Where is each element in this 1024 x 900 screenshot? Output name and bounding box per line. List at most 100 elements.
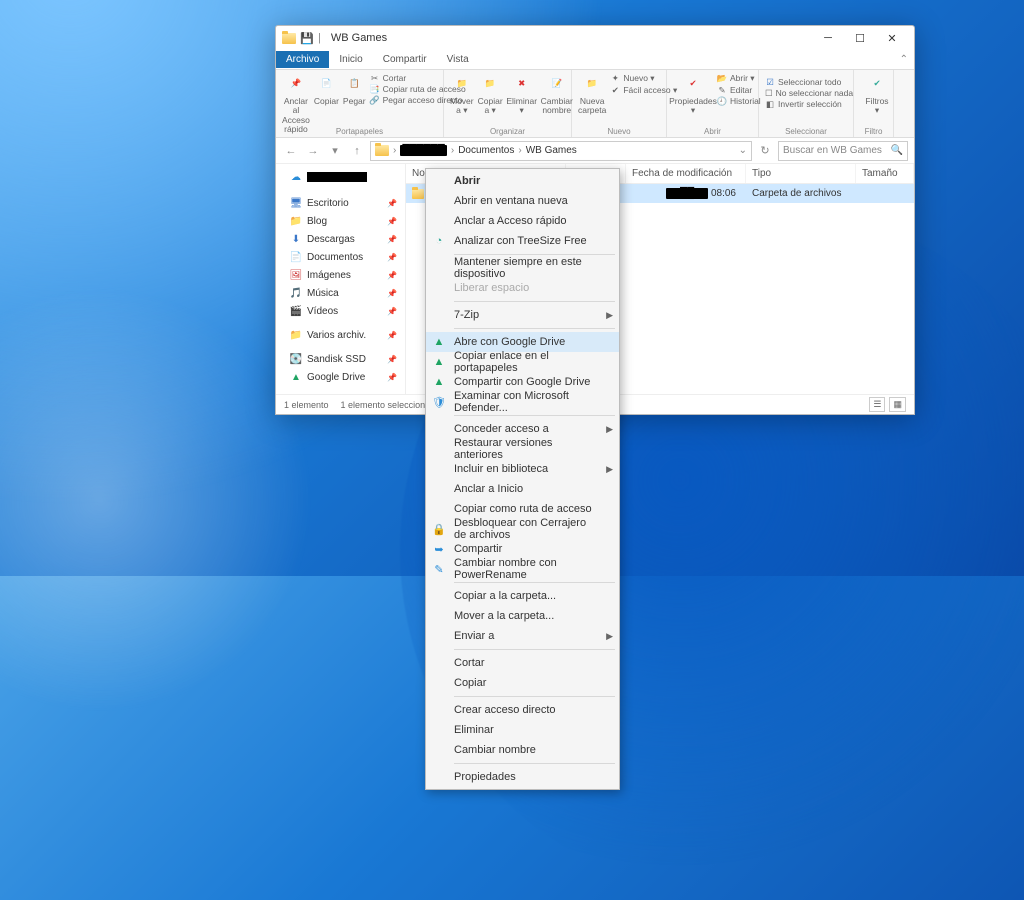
- col-type[interactable]: Tipo: [746, 164, 856, 183]
- menu-item-eliminar[interactable]: Eliminar: [426, 720, 619, 740]
- menu-item-examinar-con-microsoft-defender[interactable]: 🛡 Examinar con Microsoft Defender...: [426, 392, 619, 412]
- copy-to-button[interactable]: 📁Copiar a ▾: [478, 73, 503, 116]
- menu-item-label: Compartir: [454, 543, 502, 555]
- view-details-button[interactable]: ☰: [869, 397, 885, 412]
- menu-item-7-zip[interactable]: 7-Zip▶: [426, 305, 619, 325]
- sidebar-item-blog[interactable]: 📁Blog📌: [276, 212, 405, 230]
- nav-forward-button[interactable]: →: [304, 142, 322, 160]
- menu-item-anclar-a-acceso-r-pido[interactable]: Anclar a Acceso rápido: [426, 211, 619, 231]
- breadcrumb-dropdown-button[interactable]: ⌄: [739, 145, 747, 156]
- sidebar-item-varios-archiv-[interactable]: 📁Varios archiv.📌: [276, 326, 405, 344]
- sidebar-item-escritorio[interactable]: 🖥Escritorio📌: [276, 194, 405, 212]
- close-button[interactable]: ✕: [876, 27, 908, 49]
- col-date[interactable]: Fecha de modificación: [626, 164, 746, 183]
- lock-icon: 🔒: [432, 522, 446, 536]
- move-to-button[interactable]: 📁Mover a ▾: [450, 73, 474, 116]
- folder-icon: [412, 189, 424, 199]
- downloads-icon: ⬇: [290, 233, 302, 245]
- menu-item-analizar-con-treesize-free[interactable]: ◔Analizar con TreeSize Free: [426, 231, 619, 251]
- group-label-filter: Filtro: [854, 127, 893, 136]
- edit-button[interactable]: ✎Editar: [717, 85, 761, 95]
- pin-icon: 📌: [387, 331, 397, 340]
- menu-item-mantener-siempre-en-este-dispositivo[interactable]: Mantener siempre en este dispositivo: [426, 258, 619, 278]
- menu-item-copiar-enlace-en-el-portapapeles[interactable]: ▲Copiar enlace en el portapapeles: [426, 352, 619, 372]
- sidebar-item-v-deos[interactable]: 🎬Vídeos📌: [276, 302, 405, 320]
- sidebar-item-onedrive[interactable]: ☁: [276, 168, 405, 186]
- menu-item-cambiar-nombre-con-powerrename[interactable]: ✎Cambiar nombre con PowerRename: [426, 559, 619, 579]
- properties-button[interactable]: ✔Propiedades ▾: [673, 73, 713, 116]
- sidebar-item-google-drive[interactable]: ▲Google Drive📌: [276, 368, 405, 386]
- invert-selection-button[interactable]: ◧Invertir selección: [765, 99, 847, 109]
- rename-button[interactable]: 📝Cambiar nombre: [541, 73, 573, 116]
- menu-item-cortar[interactable]: Cortar: [426, 653, 619, 673]
- menu-item-desbloquear-con-cerrajero-de-archivos[interactable]: 🔒Desbloquear con Cerrajero de archivos: [426, 519, 619, 539]
- menu-item-crear-acceso-directo[interactable]: Crear acceso directo: [426, 700, 619, 720]
- minimize-button[interactable]: ─: [812, 27, 844, 49]
- group-label-clipboard: Portapapeles: [276, 127, 443, 136]
- menu-item-abrir-en-ventana-nueva[interactable]: Abrir en ventana nueva: [426, 191, 619, 211]
- menu-item-compartir-con-google-drive[interactable]: ▲Compartir con Google Drive: [426, 372, 619, 392]
- menu-item-enviar-a[interactable]: Enviar a▶: [426, 626, 619, 646]
- menu-item-cambiar-nombre[interactable]: Cambiar nombre: [426, 740, 619, 760]
- menu-item-anclar-a-inicio[interactable]: Anclar a Inicio: [426, 479, 619, 499]
- nav-back-button[interactable]: ←: [282, 142, 300, 160]
- pin-icon: 📌: [387, 199, 397, 208]
- properties-icon: ✔: [682, 73, 704, 95]
- menu-item-abre-con-google-drive[interactable]: ▲Abre con Google Drive: [426, 332, 619, 352]
- row-date-redacted: ██: [666, 188, 708, 199]
- sidebar-item-im-genes[interactable]: 🖼Imágenes📌: [276, 266, 405, 284]
- menu-item-abrir[interactable]: Abrir: [426, 171, 619, 191]
- select-all-button[interactable]: ☑Seleccionar todo: [765, 77, 847, 87]
- menu-item-copiar-como-ruta-de-acceso[interactable]: Copiar como ruta de acceso: [426, 499, 619, 519]
- menu-item-propiedades[interactable]: Propiedades: [426, 767, 619, 787]
- delete-icon: ✖: [511, 73, 533, 95]
- save-icon[interactable]: 💾: [300, 31, 314, 45]
- history-button[interactable]: 🕘Historial: [717, 96, 761, 106]
- history-icon: 🕘: [717, 96, 727, 106]
- menu-item-incluir-en-biblioteca[interactable]: Incluir en biblioteca▶: [426, 459, 619, 479]
- menu-item-label: Abrir: [454, 175, 480, 187]
- defender-icon: 🛡: [432, 395, 446, 409]
- maximize-button[interactable]: ☐: [844, 27, 876, 49]
- desktop-icon: 🖥: [290, 197, 302, 209]
- share-icon: ➥: [432, 542, 446, 556]
- filters-button[interactable]: ✔Filtros ▾: [860, 73, 894, 116]
- sidebar-item-documentos[interactable]: 📄Documentos📌: [276, 248, 405, 266]
- paste-button[interactable]: 📋Pegar: [343, 73, 366, 106]
- breadcrumb[interactable]: › ██████ › Documentos › WB Games ⌄: [370, 141, 752, 161]
- menu-item-mover-a-la-carpeta[interactable]: Mover a la carpeta...: [426, 606, 619, 626]
- sidebar-item-m-sica[interactable]: 🎵Música📌: [276, 284, 405, 302]
- new-folder-button[interactable]: 📁Nueva carpeta: [578, 73, 606, 116]
- menu-item-compartir[interactable]: ➥ Compartir: [426, 539, 619, 559]
- menu-item-restaurar-versiones-anteriores[interactable]: Restaurar versiones anteriores: [426, 439, 619, 459]
- tab-file[interactable]: Archivo: [276, 51, 329, 68]
- refresh-button[interactable]: ↻: [756, 142, 774, 160]
- search-input[interactable]: Buscar en WB Games 🔍: [778, 141, 908, 161]
- tab-home[interactable]: Inicio: [329, 51, 372, 68]
- nav-up-button[interactable]: ↑: [348, 142, 366, 160]
- paste-icon: 📋: [343, 73, 365, 95]
- copy-button[interactable]: 📄Copiar: [314, 73, 339, 106]
- sidebar-item-sandisk-ssd[interactable]: 💽Sandisk SSD📌: [276, 350, 405, 368]
- select-none-button[interactable]: ☐No seleccionar nada: [765, 88, 847, 98]
- menu-item-copiar[interactable]: Copiar: [426, 673, 619, 693]
- pin-quick-access-button[interactable]: 📌Anclar al Acceso rápido: [282, 73, 310, 134]
- menu-item-copiar-a-la-carpeta[interactable]: Copiar a la carpeta...: [426, 586, 619, 606]
- breadcrumb-part[interactable]: WB Games: [526, 145, 577, 156]
- nav-recent-button[interactable]: ▾: [326, 142, 344, 160]
- tab-share[interactable]: Compartir: [373, 51, 437, 68]
- chevron-right-icon: ▶: [606, 310, 613, 321]
- delete-button[interactable]: ✖Eliminar ▾: [507, 73, 537, 116]
- col-size[interactable]: Tamaño: [856, 164, 914, 183]
- menu-item-conceder-acceso-a[interactable]: Conceder acceso a▶: [426, 419, 619, 439]
- gdrive-icon: ▲: [432, 335, 446, 349]
- ribbon-collapse-button[interactable]: ⌃: [894, 54, 914, 65]
- open-button[interactable]: 📂Abrir ▾: [717, 73, 761, 84]
- view-icons-button[interactable]: ▦: [889, 397, 906, 412]
- tab-view[interactable]: Vista: [437, 51, 479, 68]
- menu-item-label: Mantener siempre en este dispositivo: [454, 256, 601, 280]
- group-label-organize: Organizar: [444, 127, 571, 136]
- sidebar-item-descargas[interactable]: ⬇Descargas📌: [276, 230, 405, 248]
- menu-item-label: Examinar con Microsoft Defender...: [454, 390, 601, 414]
- breadcrumb-part[interactable]: Documentos: [458, 145, 514, 156]
